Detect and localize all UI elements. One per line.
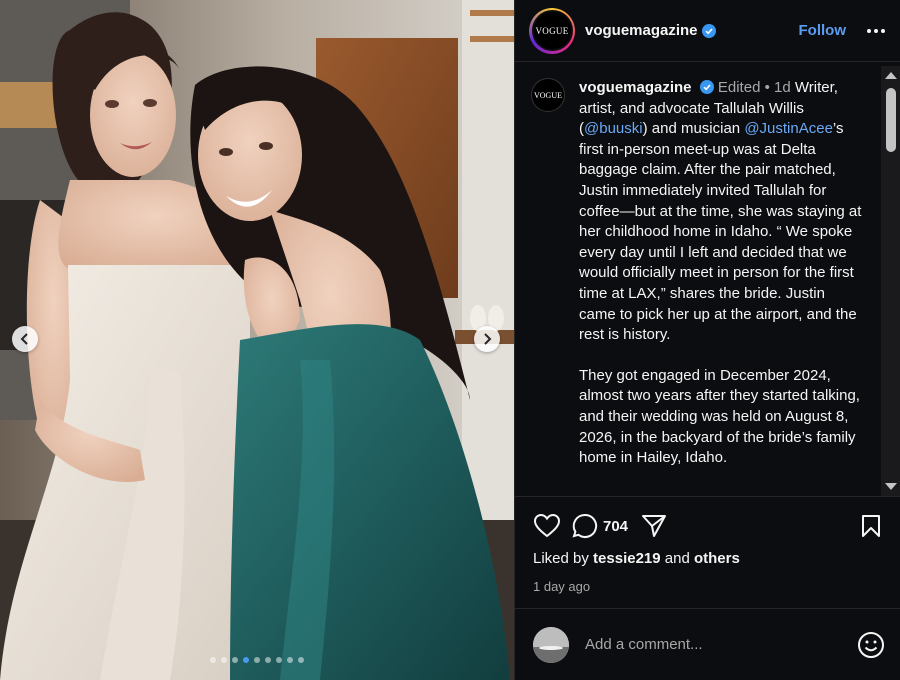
- current-user-avatar[interactable]: [533, 626, 569, 663]
- verified-badge-icon: [699, 80, 714, 94]
- carousel-dot: [276, 657, 282, 663]
- meta-separator: •: [764, 79, 770, 96]
- caption-mention-link[interactable]: @buuski: [584, 120, 643, 137]
- likes-prefix: Liked by: [533, 550, 589, 567]
- caption-scroll-area[interactable]: VOGUE voguemagazine Edited • 1d Writer, …: [515, 64, 885, 496]
- post-photo[interactable]: [0, 0, 514, 680]
- verified-badge-icon: [701, 23, 716, 38]
- author-username[interactable]: voguemagazine: [585, 22, 698, 39]
- carousel-dot: [298, 657, 304, 663]
- carousel-dot: [287, 657, 293, 663]
- comment-icon[interactable]: [571, 512, 599, 540]
- likes-others[interactable]: others: [694, 550, 740, 567]
- caption-paragraph-1: Writer, artist, and advocate Tallulah Wi…: [579, 79, 861, 343]
- caption-scrollbar[interactable]: [881, 66, 900, 496]
- likes-summary[interactable]: Liked by tessie219 and others: [533, 550, 740, 567]
- share-icon[interactable]: [640, 512, 668, 540]
- bookmark-icon[interactable]: [857, 512, 885, 540]
- photo-illustration: [0, 0, 514, 680]
- edited-label: Edited: [717, 79, 761, 96]
- caption-text-segment: ) and musician: [642, 120, 745, 138]
- likes-user[interactable]: tessie219: [593, 550, 661, 567]
- follow-button[interactable]: Follow: [799, 22, 847, 39]
- scroll-thumb[interactable]: [886, 88, 896, 152]
- carousel-dot: [221, 657, 227, 663]
- caption-paragraph-2: They got engaged in December 2024, almos…: [579, 366, 860, 467]
- chevron-left-icon: [20, 333, 28, 345]
- carousel-dot: [265, 657, 271, 663]
- carousel-dot: [210, 657, 216, 663]
- scroll-up-arrow-icon[interactable]: [885, 72, 897, 79]
- action-bar: 704: [533, 512, 885, 540]
- post-age: 1d: [774, 79, 791, 96]
- comment-composer: [515, 608, 900, 680]
- chevron-right-icon: [484, 333, 492, 345]
- caption-mention-link[interactable]: @JustinAcee: [744, 120, 833, 137]
- caption-username[interactable]: voguemagazine: [579, 79, 692, 96]
- carousel-dot: [254, 657, 260, 663]
- comment-input[interactable]: [585, 636, 857, 653]
- post-header: VOGUE voguemagazine Follow: [515, 0, 900, 62]
- author-avatar[interactable]: VOGUE: [529, 7, 575, 54]
- caption-text-segment: ’s first in-person meet-up was at Delta …: [579, 120, 862, 344]
- heart-icon[interactable]: [533, 512, 561, 540]
- avatar-logo: VOGUE: [531, 10, 573, 51]
- carousel-next-button[interactable]: [474, 326, 500, 352]
- caption-avatar[interactable]: VOGUE: [531, 78, 565, 112]
- carousel-indicator: [0, 657, 514, 663]
- likes-joiner: and: [664, 550, 690, 567]
- post-timestamp[interactable]: 1 day ago: [533, 579, 590, 594]
- carousel-dot: [232, 657, 238, 663]
- more-options-icon[interactable]: [864, 28, 888, 33]
- emoji-icon[interactable]: [857, 631, 885, 659]
- post-side-panel: VOGUE voguemagazine Follow VOGUE voguema…: [514, 0, 900, 680]
- caption-text: voguemagazine Edited • 1d Writer, artist…: [579, 78, 865, 469]
- carousel-prev-button[interactable]: [12, 326, 38, 352]
- carousel-dot: [243, 657, 249, 663]
- comment-count: 704: [603, 517, 629, 535]
- scroll-down-arrow-icon[interactable]: [885, 483, 897, 490]
